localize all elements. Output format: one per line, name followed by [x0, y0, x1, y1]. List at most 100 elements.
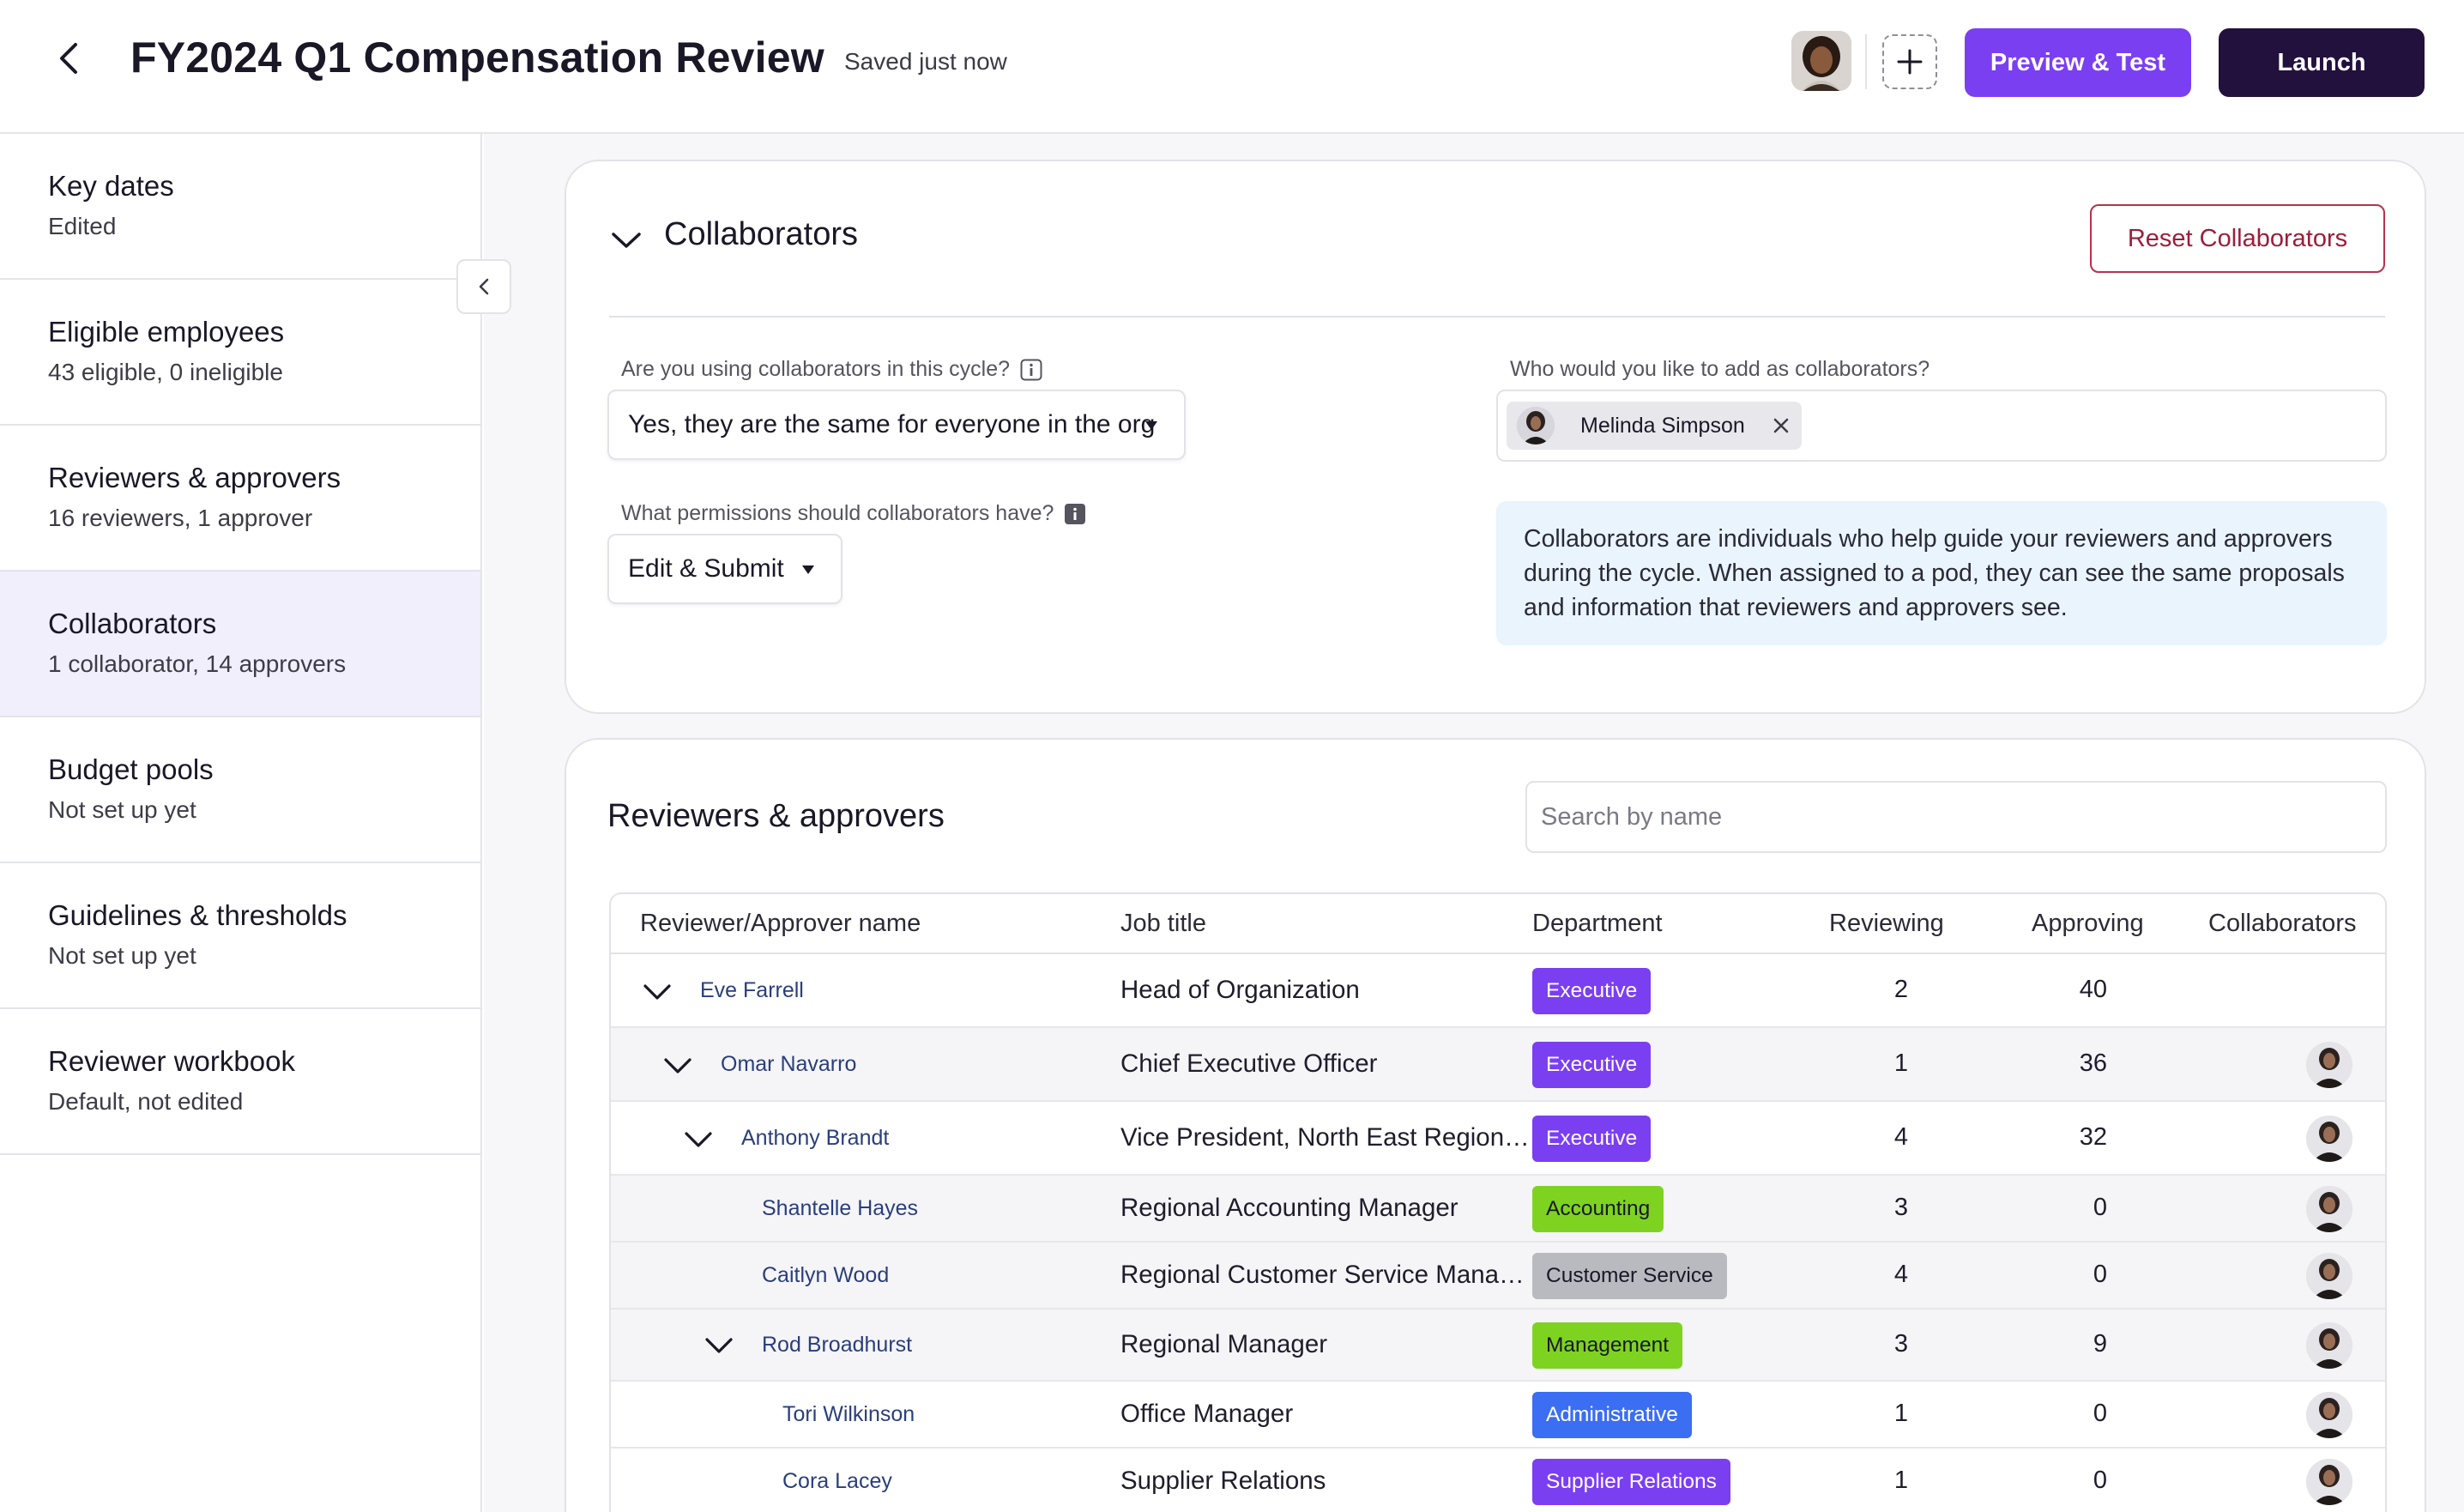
table-row[interactable]: Caitlyn Wood Regional Customer Service M…: [611, 1243, 2385, 1309]
reset-collaborators-button[interactable]: Reset Collaborators: [2090, 204, 2385, 273]
collaborator-avatar[interactable]: [2306, 1459, 2352, 1505]
collaborators-card: Collaborators Reset Collaborators Are yo…: [565, 160, 2426, 714]
job-title: Regional Accounting Manager: [1120, 1194, 1458, 1222]
reviewer-name-link[interactable]: Shantelle Hayes: [762, 1196, 918, 1221]
sidebar: Key dates Edited Eligible employees 43 e…: [0, 134, 482, 1512]
expand-row-toggle[interactable]: [681, 1122, 716, 1157]
add-button[interactable]: [1882, 34, 1937, 89]
collaborator-chip: Melinda Simpson: [1507, 402, 1802, 450]
collaborator-avatar[interactable]: [2306, 1322, 2352, 1369]
job-title: Regional Customer Service Manager: [1120, 1261, 1534, 1289]
department-badge: Accounting: [1532, 1186, 1664, 1232]
user-avatar-icon: [1791, 31, 1851, 91]
back-button[interactable]: [50, 39, 88, 77]
job-title: Regional Manager: [1120, 1330, 1328, 1358]
approving-count: 9: [2093, 1330, 2107, 1358]
expand-row-toggle[interactable]: [640, 975, 674, 1009]
job-title: Head of Organization: [1120, 976, 1360, 1004]
reviewers-table: Reviewer/Approver name Job title Departm…: [609, 892, 2387, 1512]
sidebar-item-title: Collaborators: [48, 608, 217, 639]
approving-count: 0: [2093, 1400, 2107, 1427]
permissions-label: What permissions should collaborators ha…: [621, 501, 1086, 526]
department-badge: Executive: [1532, 968, 1652, 1014]
column-header-reviewing[interactable]: Reviewing: [1829, 910, 1944, 938]
info-text: Collaborators are individuals who help g…: [1524, 525, 2345, 621]
column-header-approving[interactable]: Approving: [2032, 910, 2144, 938]
sidebar-item-reviewers-approvers[interactable]: Reviewers & approvers 16 reviewers, 1 ap…: [0, 426, 480, 572]
collapse-section-toggle[interactable]: [609, 223, 643, 257]
sidebar-item-budget-pools[interactable]: Budget pools Not set up yet: [0, 717, 480, 863]
table-row[interactable]: Eve Farrell Head of Organization Executi…: [611, 954, 2385, 1028]
divider: [609, 316, 2385, 318]
user-avatar-icon: [2306, 1186, 2352, 1232]
sidebar-item-collaborators[interactable]: Collaborators 1 collaborator, 14 approve…: [0, 572, 480, 717]
avatar[interactable]: [1791, 31, 1851, 91]
remove-chip-button[interactable]: [1769, 414, 1793, 438]
user-avatar-icon: [1517, 407, 1555, 445]
info-icon[interactable]: [1064, 503, 1086, 525]
job-title: Supplier Relations: [1120, 1467, 1326, 1495]
reviewing-count: 1: [1893, 1467, 1908, 1494]
column-header-collaborators[interactable]: Collaborators: [2208, 910, 2356, 938]
table-row[interactable]: Cora Lacey Supplier Relations Supplier R…: [611, 1448, 2385, 1512]
expand-row-toggle[interactable]: [702, 1328, 736, 1363]
preview-test-button[interactable]: Preview & Test: [1965, 28, 2191, 97]
reviewer-name-link[interactable]: Omar Navarro: [721, 1052, 856, 1077]
top-header: FY2024 Q1 Compensation Review Saved just…: [0, 0, 2464, 134]
expand-row-toggle[interactable]: [661, 1049, 695, 1083]
table-row[interactable]: Tori Wilkinson Office Manager Administra…: [611, 1382, 2385, 1448]
sidebar-item-subtitle: 16 reviewers, 1 approver: [48, 505, 313, 531]
collaborator-avatar[interactable]: [2306, 1042, 2352, 1088]
sidebar-item-key-dates[interactable]: Key dates Edited: [0, 134, 480, 280]
chevron-left-icon: [479, 278, 489, 295]
approving-count: 36: [2079, 1049, 2107, 1077]
collaborator-avatar[interactable]: [2306, 1253, 2352, 1299]
reviewer-name-link[interactable]: Eve Farrell: [700, 978, 804, 1003]
reviewer-name-link[interactable]: Caitlyn Wood: [762, 1263, 889, 1288]
department-badge: Management: [1532, 1322, 1683, 1369]
launch-button[interactable]: Launch: [2219, 28, 2425, 97]
table-row[interactable]: Anthony Brandt Vice President, North Eas…: [611, 1102, 2385, 1176]
collapse-sidebar-button[interactable]: [456, 259, 511, 314]
select-value: Yes, they are the same for everyone in t…: [628, 410, 1156, 438]
permissions-select[interactable]: Edit & Submit: [607, 534, 842, 604]
reviewer-name-link[interactable]: Tori Wilkinson: [782, 1402, 915, 1427]
table-row[interactable]: Shantelle Hayes Regional Accounting Mana…: [611, 1176, 2385, 1243]
approving-count: 0: [2093, 1467, 2107, 1494]
collaborator-avatar[interactable]: [2306, 1116, 2352, 1162]
table-header: Reviewer/Approver name Job title Departm…: [611, 894, 2385, 954]
reviewer-name-link[interactable]: Cora Lacey: [782, 1469, 892, 1494]
column-header-job[interactable]: Job title: [1120, 910, 1206, 938]
department-badge: Supplier Relations: [1532, 1459, 1730, 1505]
table-row[interactable]: Rod Broadhurst Regional Manager Manageme…: [611, 1309, 2385, 1382]
user-avatar-icon: [2306, 1459, 2352, 1505]
reviewing-count: 2: [1893, 976, 1908, 1003]
department-badge: Customer Service: [1532, 1253, 1727, 1299]
reviewer-name-link[interactable]: Rod Broadhurst: [762, 1333, 912, 1358]
sidebar-item-subtitle: 43 eligible, 0 ineligible: [48, 359, 283, 385]
using-collaborators-select[interactable]: Yes, they are the same for everyone in t…: [607, 390, 1186, 460]
sidebar-item-title: Key dates: [48, 170, 174, 202]
select-value: Edit & Submit: [628, 554, 784, 583]
reviewing-count: 1: [1893, 1049, 1908, 1077]
column-header-department[interactable]: Department: [1532, 910, 1663, 938]
sidebar-item-title: Budget pools: [48, 753, 214, 785]
sidebar-item-eligible-employees[interactable]: Eligible employees 43 eligible, 0 inelig…: [0, 280, 480, 426]
sidebar-item-reviewer-workbook[interactable]: Reviewer workbook Default, not edited: [0, 1009, 480, 1155]
search-input[interactable]: [1525, 781, 2387, 853]
sidebar-item-guidelines-thresholds[interactable]: Guidelines & thresholds Not set up yet: [0, 863, 480, 1009]
collaborators-tag-input[interactable]: Melinda Simpson: [1496, 390, 2387, 462]
column-header-name[interactable]: Reviewer/Approver name: [640, 910, 921, 938]
user-avatar-icon: [2306, 1392, 2352, 1438]
table-row[interactable]: Omar Navarro Chief Executive Officer Exe…: [611, 1028, 2385, 1102]
header-divider: [1865, 34, 1867, 89]
approving-count: 32: [2079, 1123, 2107, 1151]
field-label-text: Who would you like to add as collaborato…: [1510, 357, 1930, 381]
reviewer-name-link[interactable]: Anthony Brandt: [741, 1126, 889, 1151]
collaborator-avatar[interactable]: [2306, 1186, 2352, 1232]
info-icon[interactable]: [1020, 359, 1042, 381]
approving-count: 0: [2093, 1261, 2107, 1288]
save-status: Saved just now: [844, 48, 1007, 75]
collaborator-avatar[interactable]: [2306, 1392, 2352, 1438]
user-avatar-icon: [2306, 1042, 2352, 1088]
